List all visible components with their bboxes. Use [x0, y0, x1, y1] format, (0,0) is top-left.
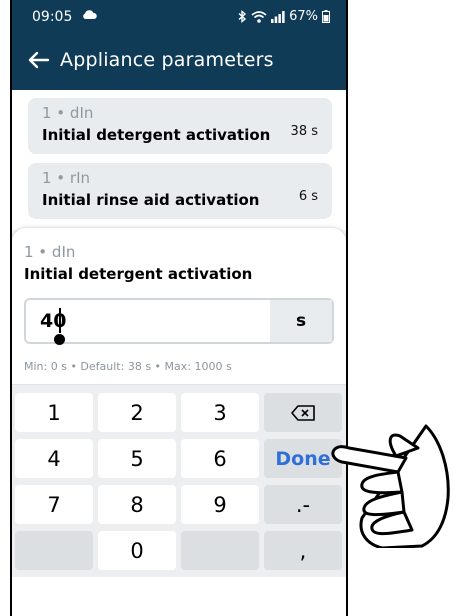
- key-9[interactable]: 9: [181, 485, 259, 524]
- parameter-code: 1 • dIn: [42, 104, 94, 122]
- key-5[interactable]: 5: [98, 439, 176, 478]
- status-bar: 09:05 67%: [12, 0, 346, 34]
- key-7[interactable]: 7: [15, 485, 93, 524]
- key-4[interactable]: 4: [15, 439, 93, 478]
- cloud-icon: [83, 10, 97, 19]
- editor-parameter-name: Initial detergent activation: [24, 265, 253, 283]
- parameter-item-din[interactable]: 1 • dIn Initial detergent activation 38 …: [28, 98, 332, 154]
- parameter-code: 1 • rIn: [42, 169, 91, 187]
- parameter-list: 1 • dIn Initial detergent activation 38 …: [12, 90, 346, 230]
- key-0[interactable]: 0: [98, 531, 176, 570]
- status-time: 09:05: [32, 9, 73, 25]
- battery-icon: [322, 10, 330, 23]
- key-6[interactable]: 6: [181, 439, 259, 478]
- empty-key-left: [15, 531, 93, 570]
- signal-icon: [271, 10, 285, 23]
- page-title: Appliance parameters: [60, 49, 274, 71]
- parameter-name: Initial rinse aid activation: [42, 191, 260, 209]
- back-arrow-icon[interactable]: [26, 47, 52, 73]
- key-2[interactable]: 2: [98, 393, 176, 432]
- parameter-value: 6 s: [298, 189, 318, 204]
- parameter-name: Initial detergent activation: [42, 126, 271, 144]
- edit-bottom-sheet: 1 • dIn Initial detergent activation 40 …: [12, 228, 346, 616]
- numeric-keypad: 1 2 3 4 5 6 Done 7 8 9 .- 0 ,: [12, 384, 346, 577]
- key-8[interactable]: 8: [98, 485, 176, 524]
- parameter-value: 38 s: [290, 124, 318, 139]
- range-hint: Min: 0 s • Default: 38 s • Max: 1000 s: [24, 360, 232, 373]
- caret-handle[interactable]: [54, 334, 65, 345]
- value-input[interactable]: 40 s: [24, 298, 334, 345]
- wifi-icon: [251, 10, 267, 23]
- input-value[interactable]: 40: [40, 310, 66, 332]
- unit-label: s: [295, 311, 307, 331]
- pointing-hand-icon: [331, 424, 450, 548]
- backspace-icon: [291, 404, 315, 421]
- unit-cell: s: [270, 300, 332, 342]
- text-caret: [59, 308, 61, 333]
- bluetooth-icon: [238, 10, 247, 23]
- status-icons: 67%: [238, 9, 330, 24]
- app-bar: Appliance parameters: [12, 34, 346, 90]
- battery-level: 67%: [289, 9, 318, 24]
- phone-screen: 09:05 67% Appliance parameters 1 • dIn I…: [10, 0, 348, 616]
- empty-key-right: [181, 531, 259, 570]
- key-3[interactable]: 3: [181, 393, 259, 432]
- key-1[interactable]: 1: [15, 393, 93, 432]
- parameter-item-rin[interactable]: 1 • rIn Initial rinse aid activation 6 s: [28, 163, 332, 219]
- editor-parameter-code: 1 • dIn: [24, 243, 76, 261]
